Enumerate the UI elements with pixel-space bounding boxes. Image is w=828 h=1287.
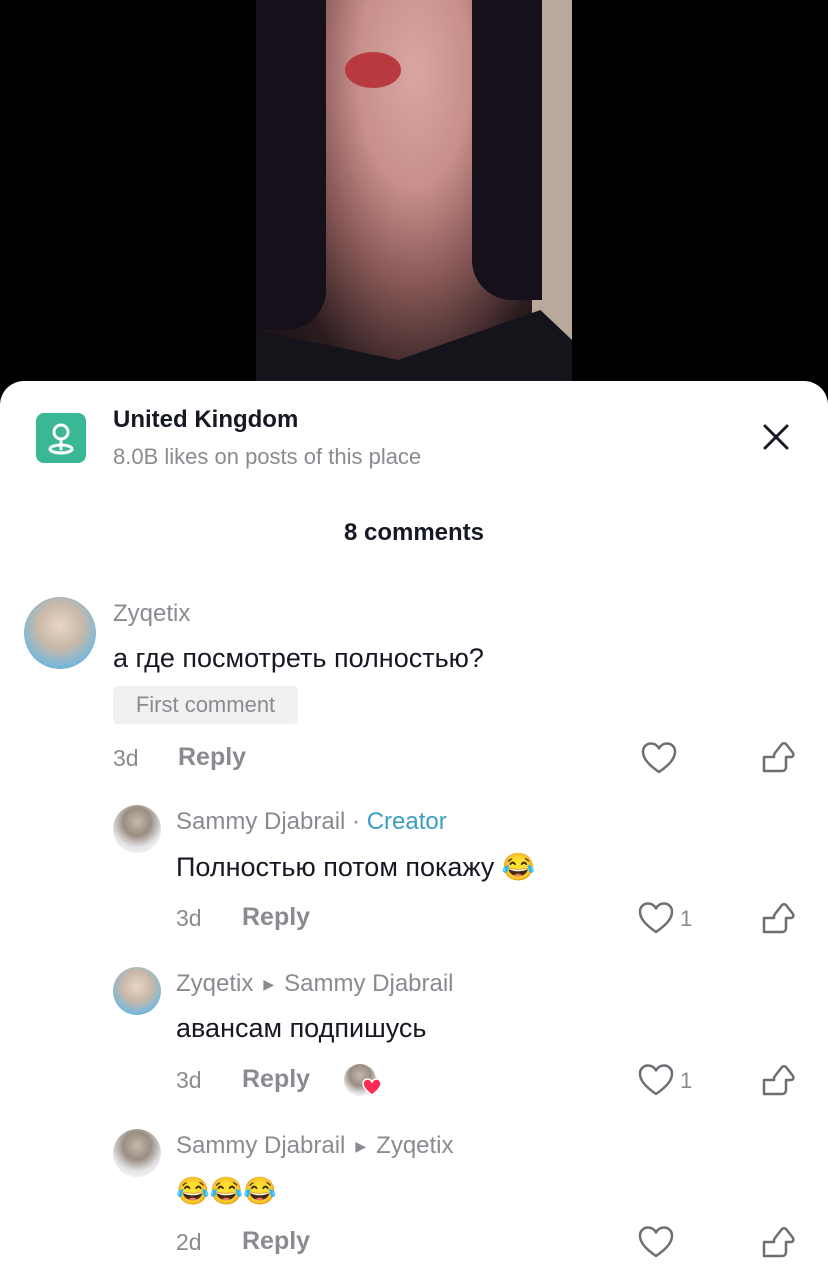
comment-text: Полностью потом покажу 😂 — [176, 852, 536, 882]
video-player[interactable] — [0, 0, 828, 400]
heart-icon[interactable] — [638, 901, 674, 935]
dislike-icon[interactable] — [760, 739, 796, 775]
reply-button[interactable]: Reply — [242, 1227, 310, 1256]
comments-count: 8 comments — [343, 519, 485, 546]
heart-icon[interactable] — [641, 741, 677, 775]
comment-username[interactable]: Sammy Djabrail ▶ Zyqetix — [176, 1132, 454, 1160]
creator-label: Creator — [366, 808, 447, 835]
username[interactable]: Zyqetix — [176, 970, 253, 997]
comment-text: 😂😂😂 — [176, 1176, 277, 1206]
reply-to-username[interactable]: Zyqetix — [376, 1132, 453, 1159]
heart-icon[interactable] — [638, 1063, 674, 1097]
video-frame — [256, 0, 572, 400]
close-icon[interactable] — [758, 419, 794, 455]
reply-button[interactable]: Reply — [242, 903, 310, 932]
reply-arrow-icon: ▶ — [355, 1138, 367, 1155]
avatar[interactable] — [24, 597, 96, 669]
dislike-icon[interactable] — [760, 1062, 796, 1098]
comment-text: а где посмотреть полностью? — [113, 643, 484, 673]
dislike-icon[interactable] — [760, 900, 796, 936]
reply-button[interactable]: Reply — [178, 743, 246, 772]
like-count: 1 — [680, 1068, 693, 1093]
username[interactable]: Sammy Djabrail — [176, 1132, 345, 1159]
avatar[interactable] — [113, 805, 161, 853]
avatar[interactable] — [113, 1129, 161, 1177]
reply-arrow-icon: ▶ — [263, 976, 275, 993]
comment-time: 2d — [176, 1229, 202, 1255]
like-count: 1 — [680, 906, 693, 931]
comment-username[interactable]: Zyqetix ▶ Sammy Djabrail — [176, 970, 454, 998]
dislike-icon[interactable] — [760, 1224, 796, 1260]
comment-username[interactable]: Sammy Djabrail · Creator — [176, 808, 447, 836]
location-subtitle: 8.0B likes on posts of this place — [113, 444, 422, 469]
comment-time: 3d — [176, 1067, 202, 1093]
comment-text: авансам подпишусь — [176, 1013, 427, 1043]
location-title[interactable]: United Kingdom — [113, 406, 298, 434]
heart-icon — [362, 1078, 382, 1096]
first-comment-badge: First comment — [113, 686, 298, 724]
heart-icon[interactable] — [638, 1225, 674, 1259]
location-pin-icon — [36, 413, 86, 463]
avatar[interactable] — [113, 967, 161, 1015]
reply-button[interactable]: Reply — [242, 1065, 310, 1094]
reply-to-username[interactable]: Sammy Djabrail — [284, 970, 453, 997]
comment-time: 3d — [176, 905, 202, 931]
separator: · — [352, 808, 361, 835]
username[interactable]: Sammy Djabrail — [176, 808, 345, 835]
comment-username[interactable]: Zyqetix — [113, 600, 190, 628]
comment-time: 3d — [113, 745, 139, 771]
